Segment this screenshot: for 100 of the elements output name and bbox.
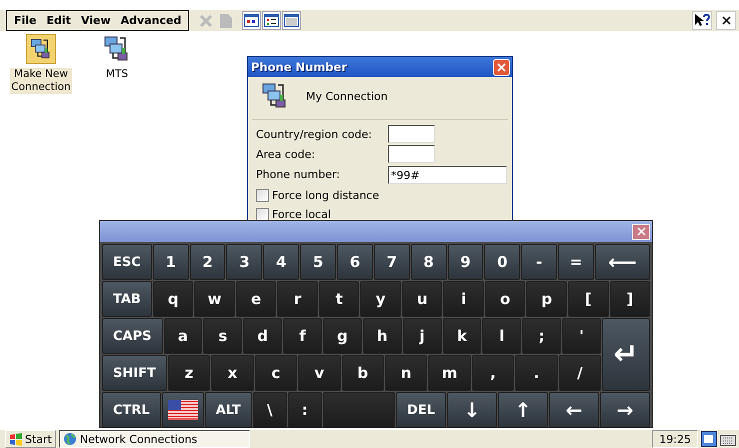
keyboard-key[interactable]: x <box>211 355 254 391</box>
keyboard-key[interactable]: m <box>428 355 471 391</box>
help-button[interactable] <box>692 11 712 30</box>
keyboard-key[interactable]: ↑ <box>498 392 548 428</box>
menu-item[interactable]: File <box>9 14 42 27</box>
keyboard-key[interactable]: 3 <box>226 244 262 280</box>
toolbar-button[interactable] <box>242 11 262 30</box>
new-connection-icon[interactable] <box>26 34 56 64</box>
taskbar-button[interactable]: Network Connections <box>58 430 250 448</box>
keyboard-key[interactable]: q <box>152 281 194 317</box>
keyboard-key[interactable]: TAB <box>102 281 152 317</box>
toolbar-button[interactable] <box>262 11 282 30</box>
globe-icon <box>62 432 77 446</box>
keyboard-key[interactable]: CTRL <box>102 392 161 428</box>
keyboard-key[interactable]: d <box>243 318 282 354</box>
keyboard-key[interactable]: 1 <box>152 244 189 280</box>
menu-item[interactable]: View <box>76 14 116 27</box>
desktop-icon-label[interactable]: Make New Connection <box>10 68 72 94</box>
input-field[interactable]: *99# <box>388 166 507 184</box>
clock: 19:25 <box>652 430 698 448</box>
keyboard-key[interactable]: l <box>482 318 522 354</box>
desktop-icon[interactable] <box>701 431 717 447</box>
keyboard-key[interactable]: n <box>384 355 428 391</box>
keyboard-key[interactable]: r <box>277 281 318 317</box>
keyboard-key[interactable]: , <box>472 355 514 391</box>
keyboard-key[interactable]: SHIFT <box>102 355 167 391</box>
large-icons-icon <box>244 14 260 27</box>
keyboard-key[interactable]: → <box>600 392 650 428</box>
menu-item[interactable]: Advanced <box>116 14 186 27</box>
connection-name: My Connection <box>306 90 388 102</box>
keyboard-key[interactable]: z <box>168 355 210 391</box>
keyboard-key[interactable]: s <box>203 318 242 354</box>
keyboard-key[interactable]: j <box>402 318 442 354</box>
keyboard-key[interactable]: e <box>236 281 276 317</box>
keyboard-key[interactable]: . <box>515 355 558 391</box>
keyboard-key[interactable]: DEL <box>396 392 446 428</box>
keyboard-key[interactable]: f <box>283 318 322 354</box>
keyboard-key[interactable]: b <box>342 355 384 391</box>
desktop-icon-label[interactable]: MTS <box>104 68 130 81</box>
keyboard-key[interactable]: 4 <box>263 244 300 280</box>
keyboard-key[interactable]: ↓ <box>447 392 497 428</box>
keyboard-key[interactable]: y <box>360 281 401 317</box>
field-label: Country/region code: <box>256 128 373 140</box>
keyboard-key[interactable]: k <box>442 318 482 354</box>
details-icon <box>284 14 300 27</box>
keyboard-key[interactable]: g <box>322 318 362 354</box>
keyboard-key[interactable]: : <box>288 392 322 428</box>
keyboard-key[interactable]: i <box>443 281 484 317</box>
keyboard-key[interactable]: ' <box>562 318 601 354</box>
checkbox[interactable] <box>256 189 269 202</box>
keyboard-key[interactable]: = <box>558 244 594 280</box>
close-icon <box>636 227 646 236</box>
delete-icon <box>198 14 213 28</box>
keyboard-key[interactable]: u <box>402 281 442 317</box>
keyboard-key[interactable]: a <box>164 318 202 354</box>
keyboard-key[interactable]: ; <box>522 318 562 354</box>
field-label: Phone number: <box>256 168 342 180</box>
keyboard-key[interactable]: v <box>298 355 341 391</box>
keyboard-key[interactable]: ⟵ <box>594 244 650 280</box>
menu-item[interactable]: Edit <box>42 14 76 27</box>
keyboard-key[interactable]: 6 <box>337 244 373 280</box>
keyboard-key[interactable]: t <box>318 281 360 317</box>
small-icons-icon <box>264 14 280 27</box>
start-button[interactable]: Start <box>5 430 56 448</box>
keyboard-key[interactable]: w <box>194 281 235 317</box>
close-button[interactable] <box>716 11 736 30</box>
flag-icon <box>168 400 198 420</box>
keyboard-key[interactable]: - <box>521 244 558 280</box>
keyboard-key[interactable]: h <box>362 318 402 354</box>
document-icon <box>220 14 232 28</box>
close-icon <box>497 62 506 72</box>
keyboard-key[interactable]: 8 <box>410 244 447 280</box>
toolbar-button[interactable] <box>282 11 302 30</box>
keyboard-key[interactable]: ] <box>610 281 650 317</box>
keyboard-key[interactable]: ESC <box>102 244 152 280</box>
help-pointer-icon <box>694 14 710 27</box>
keyboard-key[interactable]: \ <box>252 392 287 428</box>
language-key[interactable] <box>162 392 204 428</box>
keyboard-key[interactable]: CAPS <box>102 318 162 354</box>
keyboard-key[interactable]: ← <box>549 392 599 428</box>
keyboard-key[interactable]: 0 <box>484 244 520 280</box>
keyboard-key[interactable]: / <box>558 355 602 391</box>
checkbox[interactable] <box>256 208 269 221</box>
keyboard-key[interactable]: c <box>254 355 298 391</box>
checkbox-label: Force local <box>272 208 331 221</box>
keyboard-key[interactable]: p <box>526 281 567 317</box>
field-label: Area code: <box>256 148 316 160</box>
keyboard-key[interactable]: 9 <box>448 244 484 280</box>
keyboard-key[interactable]: o <box>484 281 526 317</box>
keyboard-key[interactable]: 2 <box>190 244 226 280</box>
keyboard-key[interactable]: 5 <box>300 244 336 280</box>
input-field[interactable] <box>388 125 435 143</box>
windows-logo-icon <box>9 432 23 446</box>
enter-key[interactable]: ↵ <box>602 318 650 391</box>
keyboard-key[interactable]: 7 <box>374 244 410 280</box>
input-field[interactable] <box>388 145 435 163</box>
close-icon <box>722 16 730 25</box>
keyboard-key[interactable]: [ <box>568 281 608 317</box>
dialog-title: Phone Number <box>251 60 348 74</box>
keyboard-key[interactable]: ALT <box>204 392 252 428</box>
